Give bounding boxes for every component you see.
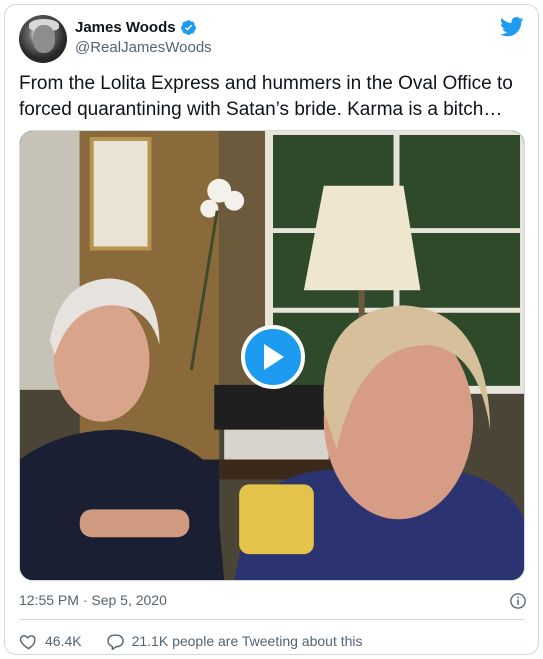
info-icon[interactable] (509, 592, 527, 610)
author-handle[interactable]: @RealJamesWoods (75, 39, 212, 56)
video-player[interactable] (19, 130, 525, 581)
tweet-meta: 12:55 PM · Sep 5, 2020 (19, 592, 527, 612)
speech-bubble-icon (106, 633, 124, 650)
twitter-bird-icon[interactable] (500, 17, 524, 37)
retweets-discussion-link[interactable]: 21.1K people are Tweeting about this (106, 632, 363, 651)
tweet-timestamp[interactable]: 12:55 PM · Sep 5, 2020 (19, 592, 167, 608)
play-icon (264, 344, 284, 370)
author-display-name[interactable]: James Woods (75, 19, 176, 36)
divider (19, 619, 525, 620)
verified-badge-icon (180, 20, 196, 35)
play-button[interactable] (241, 325, 305, 389)
tweet-actions: 46.4K 21.1K people are Tweeting about th… (19, 629, 363, 653)
heart-icon (19, 634, 36, 649)
retweets-text: 21.1K people are Tweeting about this (131, 633, 363, 649)
tweet-text: From the Lolita Express and hummers in t… (19, 73, 513, 120)
like-count: 46.4K (45, 633, 82, 649)
author-name-row[interactable]: James Woods (75, 19, 197, 36)
like-button[interactable]: 46.4K (19, 632, 82, 651)
tweet-card: James Woods @RealJamesWoods From the Lol… (4, 4, 539, 655)
avatar[interactable] (19, 15, 67, 63)
